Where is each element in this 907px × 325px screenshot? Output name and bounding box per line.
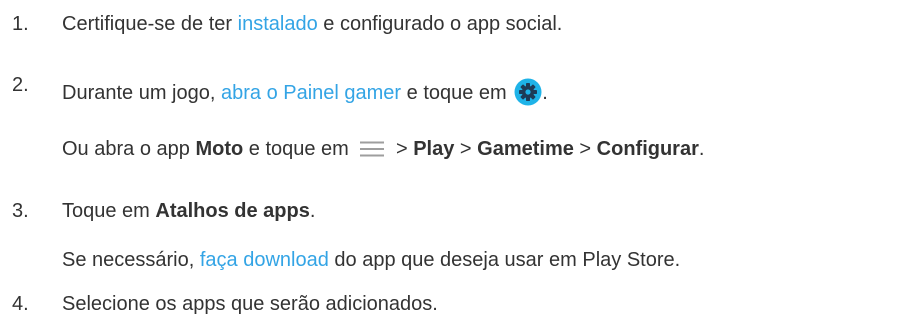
- step-number: 3.: [12, 200, 29, 222]
- step-2-text-after: e toque em: [401, 82, 513, 104]
- step-3-note-before: Se necessário,: [62, 249, 200, 271]
- gear-icon[interactable]: [514, 78, 542, 106]
- atalhos-de-apps-label: Atalhos de apps: [155, 200, 310, 222]
- alt-separator-1: >: [390, 138, 414, 160]
- step-3-text-after: .: [309, 200, 316, 222]
- painel-gamer-link[interactable]: abra o Painel gamer: [221, 82, 401, 104]
- step-text: Selecione os apps que serão adicionados.: [62, 293, 438, 315]
- step-1-text-after: e configurado o app social.: [317, 13, 563, 35]
- alt-text-1: Ou abra o app: [62, 138, 196, 160]
- instruction-steps: 1. Certifique-se de ter instalado e conf…: [0, 0, 907, 325]
- step-2-text-before: Durante um jogo,: [62, 82, 221, 104]
- step-text: Durante um jogo, abra o Painel gamer e t…: [62, 78, 548, 106]
- alt-text-end: .: [698, 138, 705, 160]
- step-number: 2.: [12, 74, 29, 96]
- play-label: Play: [413, 138, 455, 160]
- step-3-note-after: do app que deseja usar em Play Store.: [328, 249, 681, 271]
- step-1-text-before: Certifique-se de ter: [62, 13, 238, 35]
- step-3-text-before: Toque em: [62, 200, 156, 222]
- alt-separator-2: >: [454, 138, 478, 160]
- step-2-text-end: .: [542, 82, 548, 104]
- faca-download-link[interactable]: faça download: [200, 249, 329, 271]
- step-text: Certifique-se de ter instalado e configu…: [62, 12, 562, 36]
- step-text: Ou abra o app Moto e toque em > Play > G…: [62, 137, 704, 161]
- configurar-label: Configurar: [596, 138, 699, 160]
- moto-app-label: Moto: [195, 138, 244, 160]
- alt-text-2: e toque em: [243, 138, 355, 160]
- step-text: Toque em Atalhos de apps.: [62, 199, 315, 223]
- hamburger-menu-icon: [360, 141, 385, 157]
- instalado-link[interactable]: instalado: [238, 13, 318, 35]
- step-number: 1.: [12, 13, 29, 35]
- alt-separator-3: >: [573, 138, 597, 160]
- step-text: Se necessário, faça download do app que …: [62, 248, 680, 272]
- gametime-label: Gametime: [477, 138, 574, 160]
- step-number: 4.: [12, 293, 29, 315]
